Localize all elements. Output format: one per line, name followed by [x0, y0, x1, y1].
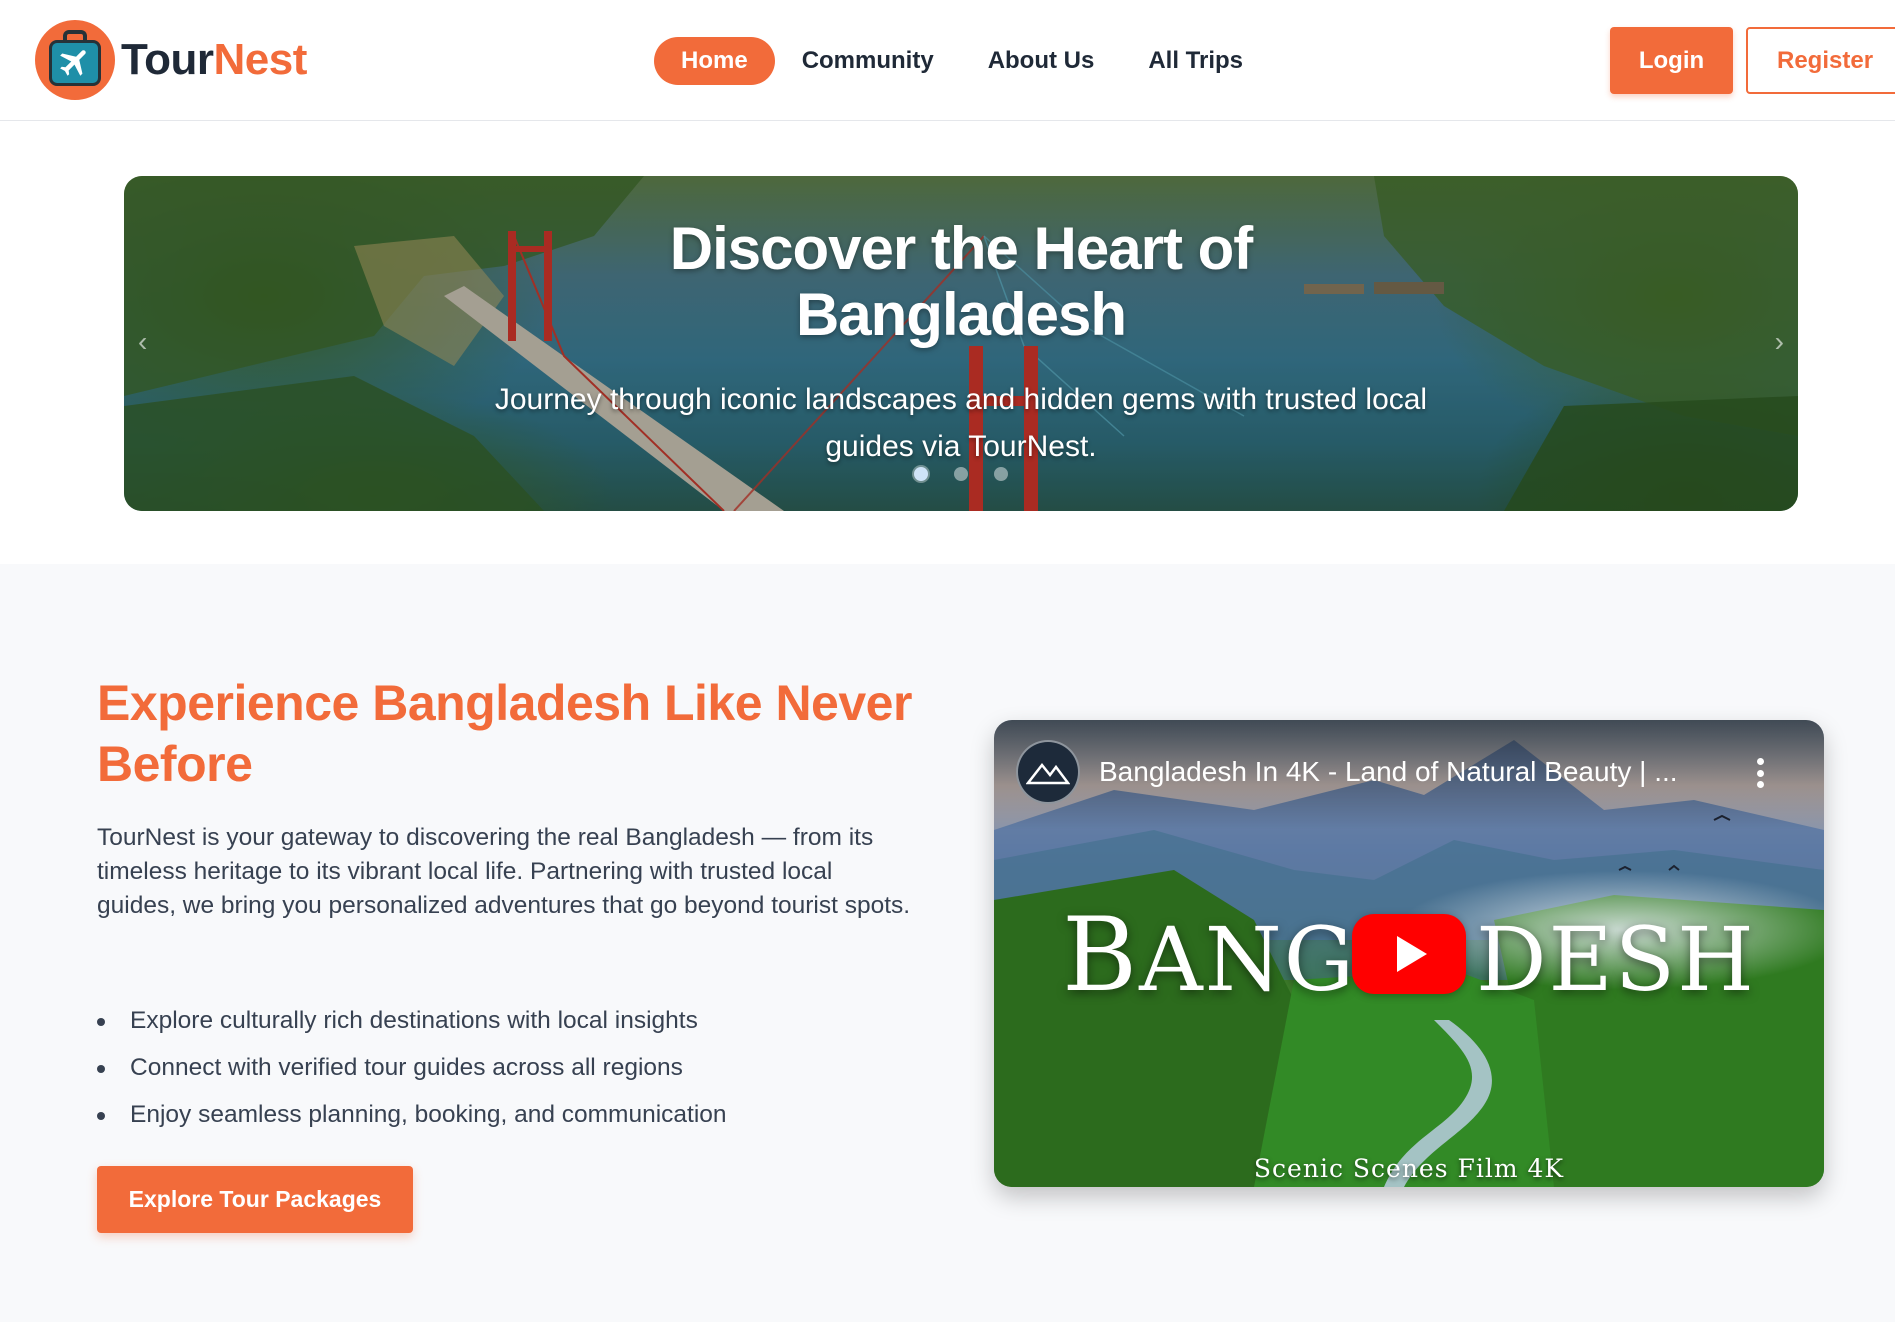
video-embed[interactable]: Bangladesh In 4K - Land of Natural Beaut…: [994, 720, 1824, 1187]
youtube-play-icon[interactable]: [1352, 914, 1466, 994]
hero-carousel: ‹ › Discover the Heart of Bangladesh Jou…: [124, 176, 1798, 511]
video-title[interactable]: Bangladesh In 4K - Land of Natural Beaut…: [1099, 754, 1678, 790]
carousel-dot-1[interactable]: [914, 467, 928, 481]
nav-all-trips[interactable]: All Trips: [1121, 37, 1270, 85]
carousel-dots: [124, 467, 1798, 481]
feature-item: Connect with verified tour guides across…: [97, 1044, 917, 1091]
video-overlay-left: ANG: [1139, 908, 1356, 1011]
brand-name: TourNest: [121, 35, 307, 85]
experience-title: Experience Bangladesh Like Never Before: [97, 675, 912, 792]
video-credit: Scenic Scenes Film 4K: [1253, 1154, 1565, 1183]
login-button[interactable]: Login: [1610, 27, 1733, 94]
main-nav: Home Community About Us All Trips: [654, 37, 1270, 85]
brand-name-part1: Tour: [121, 35, 214, 84]
nav-home[interactable]: Home: [654, 37, 775, 85]
experience-description: TourNest is your gateway to discovering …: [97, 824, 911, 919]
carousel-dot-2[interactable]: [954, 467, 968, 481]
nav-community[interactable]: Community: [775, 37, 961, 85]
video-overlay-right: DESH: [1476, 908, 1756, 1011]
channel-avatar[interactable]: [1016, 740, 1080, 804]
site-header: TourNest Home Community About Us All Tri…: [0, 0, 1895, 121]
brand-logo[interactable]: TourNest: [35, 20, 307, 100]
feature-list: Explore culturally rich destinations wit…: [97, 997, 917, 1138]
feature-item: Explore culturally rich destinations wit…: [97, 997, 917, 1044]
suitcase-plane-icon: [35, 20, 115, 100]
video-overlay-cap: B: [1062, 896, 1140, 1015]
carousel-dot-3[interactable]: [994, 467, 1008, 481]
hero-subtitle: Journey through iconic landscapes and hi…: [494, 383, 1428, 463]
hero-title-line1: Discover the Heart of: [669, 215, 1254, 282]
mountain-logo-icon: [1026, 762, 1070, 785]
explore-tour-packages-button[interactable]: Explore Tour Packages: [97, 1166, 413, 1233]
feature-item: Enjoy seamless planning, booking, and co…: [97, 1091, 917, 1138]
hero-title-line2: Bangladesh: [795, 281, 1127, 348]
register-button[interactable]: Register: [1746, 27, 1895, 94]
brand-name-part2: Nest: [213, 35, 308, 84]
kebab-menu-icon[interactable]: [1756, 758, 1764, 788]
nav-about-us[interactable]: About Us: [961, 37, 1122, 85]
hero-title: Discover the Heart of Bangladesh: [124, 216, 1798, 348]
